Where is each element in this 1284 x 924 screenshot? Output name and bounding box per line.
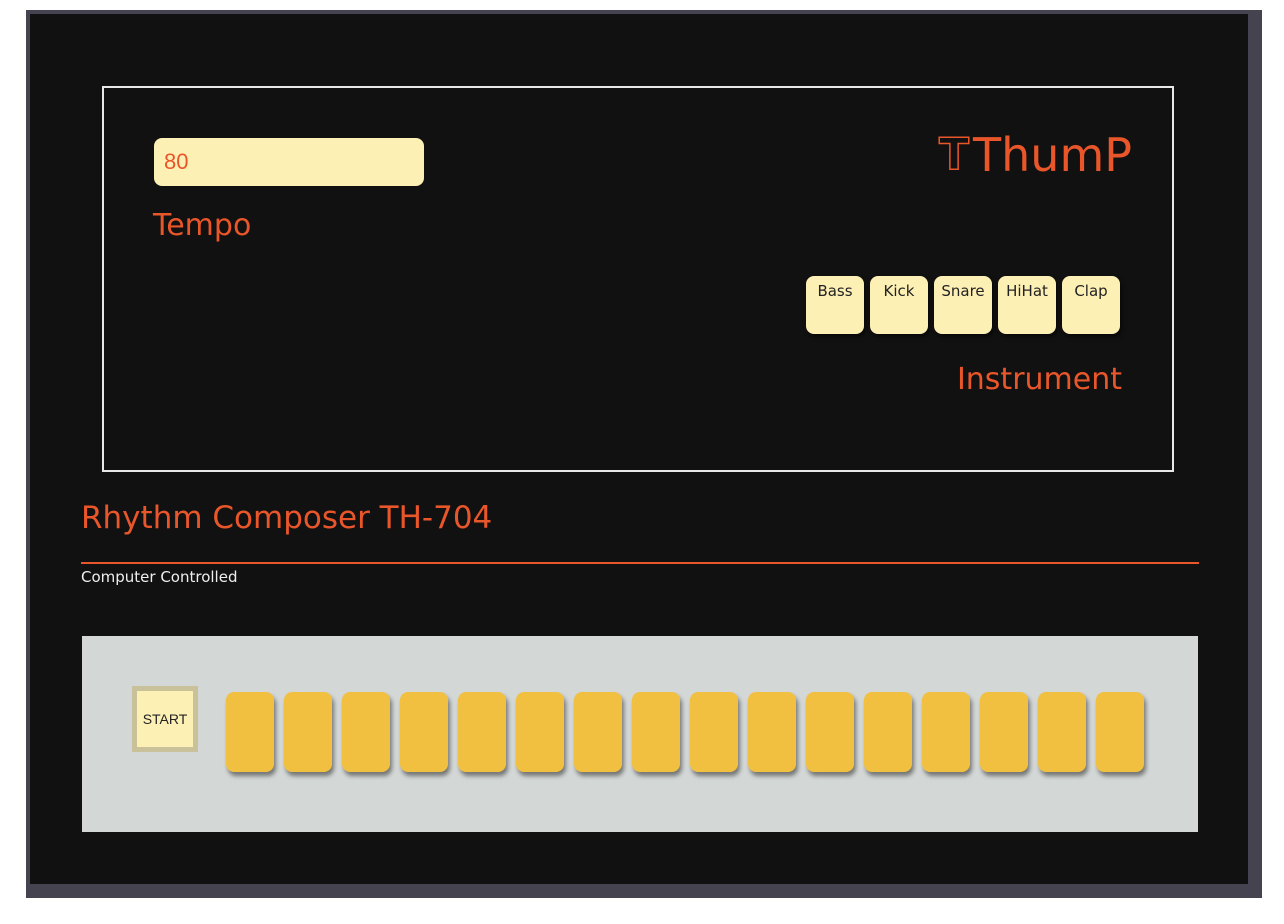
instrument-button-snare[interactable]: Snare <box>934 276 992 334</box>
drum-machine: Tempo T ThumP Bass Kick Snare HiHat Clap… <box>26 10 1262 898</box>
step-pad-8[interactable] <box>632 692 680 772</box>
start-button[interactable]: START <box>132 686 198 752</box>
step-sequencer: START <box>82 636 1198 832</box>
step-pad-15[interactable] <box>1038 692 1086 772</box>
step-pad-11[interactable] <box>806 692 854 772</box>
step-pad-4[interactable] <box>400 692 448 772</box>
step-pad-13[interactable] <box>922 692 970 772</box>
step-pad-7[interactable] <box>574 692 622 772</box>
step-pad-6[interactable] <box>516 692 564 772</box>
step-pad-12[interactable] <box>864 692 912 772</box>
divider <box>81 562 1199 564</box>
step-pad-10[interactable] <box>748 692 796 772</box>
step-pad-3[interactable] <box>342 692 390 772</box>
instrument-button-hihat[interactable]: HiHat <box>998 276 1056 334</box>
start-button-label: START <box>137 691 193 747</box>
model-title: Rhythm Composer TH-704 <box>81 500 493 536</box>
instrument-button-kick[interactable]: Kick <box>870 276 928 334</box>
logo: T ThumP <box>938 128 1132 182</box>
step-pad-1[interactable] <box>226 692 274 772</box>
step-pad-5[interactable] <box>458 692 506 772</box>
step-row <box>226 692 1144 772</box>
logo-text: ThumP <box>973 128 1132 182</box>
machine-body: Tempo T ThumP Bass Kick Snare HiHat Clap… <box>30 14 1248 884</box>
logo-t-icon: T <box>938 129 970 180</box>
step-pad-2[interactable] <box>284 692 332 772</box>
tempo-input[interactable] <box>154 138 424 186</box>
display-panel: Tempo T ThumP Bass Kick Snare HiHat Clap… <box>102 86 1174 472</box>
instrument-selector: Bass Kick Snare HiHat Clap <box>806 276 1120 334</box>
step-pad-9[interactable] <box>690 692 738 772</box>
instrument-button-bass[interactable]: Bass <box>806 276 864 334</box>
subtitle: Computer Controlled <box>81 568 238 586</box>
step-pad-16[interactable] <box>1096 692 1144 772</box>
step-pad-14[interactable] <box>980 692 1028 772</box>
tempo-label: Tempo <box>153 208 252 243</box>
instrument-button-clap[interactable]: Clap <box>1062 276 1120 334</box>
instrument-label: Instrument <box>956 362 1122 397</box>
